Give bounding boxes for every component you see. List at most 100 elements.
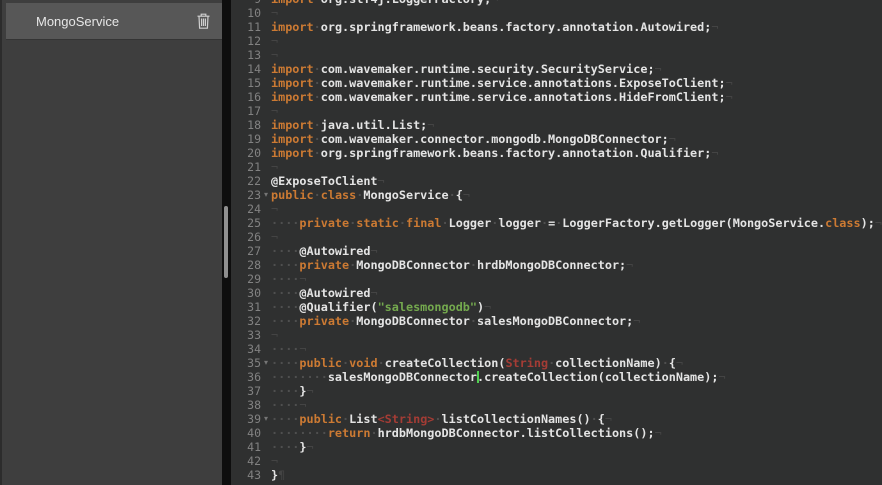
code-line[interactable]: 16import·com.wavemaker.runtime.service.a…	[231, 90, 882, 104]
line-number: 13	[231, 48, 261, 62]
code-line[interactable]: 11import·org.springframework.beans.facto…	[231, 20, 882, 34]
whitespace-dots: ····	[271, 244, 299, 258]
code-line[interactable]: 31 ····@Qualifier("salesmongodb")¬	[231, 300, 882, 314]
whitespace-dots: ····	[271, 286, 299, 300]
code-line[interactable]: 20import·org.springframework.beans.facto…	[231, 146, 882, 160]
line-number: 25	[231, 216, 261, 230]
code-line[interactable]: 13 ¬	[231, 48, 882, 62]
newline-marker: ¶	[278, 468, 285, 482]
code-line[interactable]: 38····¬	[231, 398, 882, 412]
fold-gutter	[261, 328, 271, 342]
code-line[interactable]: 24¬	[231, 202, 882, 216]
code-line[interactable]: 41····}¬	[231, 440, 882, 454]
code-line[interactable]: 43}¶	[231, 468, 882, 482]
whitespace-dots: ·	[541, 216, 548, 230]
fold-gutter	[261, 34, 271, 48]
code-text: ········return·hrdbMongoDBConnector.list…	[271, 426, 662, 440]
fold-gutter	[261, 132, 271, 146]
code-line[interactable]: 10¬	[231, 6, 882, 20]
newline-marker: ¬	[491, 0, 498, 6]
fold-arrow-icon: ▾	[261, 188, 271, 202]
code-line[interactable]: 37 ····}¬	[231, 384, 882, 398]
code-line[interactable]: 21¬	[231, 160, 882, 174]
fold-gutter	[261, 468, 271, 482]
code-text: import·com.wavemaker.runtime.service.ann…	[271, 90, 733, 104]
whitespace-dots: ·	[548, 356, 555, 370]
code-line[interactable]: 25····private·static·final·Logger·logger…	[231, 216, 882, 230]
code-text: ····}¬	[271, 384, 314, 398]
line-number: 40	[231, 426, 261, 440]
code-line[interactable]: 42¬	[231, 454, 882, 468]
sidebar-item-mongoservice[interactable]: MongoService	[6, 3, 222, 40]
delete-service-button[interactable]	[194, 11, 212, 31]
code-line[interactable]: 32····private·MongoDBConnector·salesMong…	[231, 314, 882, 328]
code-text: ········salesMongoDBConnector.createColl…	[271, 370, 726, 384]
whitespace-dots: ····	[271, 216, 299, 230]
fold-gutter	[261, 342, 271, 356]
code-text: ¬	[271, 104, 278, 118]
code-line[interactable]: 23▾public·class·MongoService·{¬	[231, 188, 882, 202]
code-line[interactable]: 36 ········salesMongoDBConnector.createCo…	[231, 370, 882, 384]
code-text: ····@Qualifier("salesmongodb")¬	[271, 300, 491, 314]
line-number: 31	[231, 300, 261, 314]
code-text: ····public·List<String>·listCollectionNa…	[271, 412, 612, 426]
fold-gutter	[261, 202, 271, 216]
code-text: ····¬	[271, 272, 307, 286]
code-line[interactable]: 35▾····public·void·createCollection(Stri…	[231, 356, 882, 370]
code-text: import·java.util.List;¬	[271, 118, 434, 132]
code-text: ¬	[271, 328, 278, 342]
newline-marker: ¬	[307, 384, 314, 398]
fold-gutter	[261, 314, 271, 328]
whitespace-dots: ·	[449, 188, 456, 202]
whitespace-dots: ····	[271, 412, 299, 426]
code-line[interactable]: 28····private·MongoDBConnector·hrdbMongo…	[231, 258, 882, 272]
code-line[interactable]: 12¬	[231, 34, 882, 48]
java-code-editor[interactable]: 9import·org.slf4j.LoggerFactory;¬10¬11im…	[231, 0, 882, 485]
code-line[interactable]: 15import·com.wavemaker.runtime.service.a…	[231, 76, 882, 90]
whitespace-dots: ·	[662, 356, 669, 370]
line-number: 37	[231, 384, 261, 398]
whitespace-dots: ·	[342, 356, 349, 370]
code-line[interactable]: 26¬	[231, 230, 882, 244]
code-text: import·com.wavemaker.runtime.security.Se…	[271, 62, 662, 76]
code-line[interactable]: 18import·java.util.List;¬	[231, 118, 882, 132]
line-number: 38	[231, 398, 261, 412]
code-line[interactable]: 30····@Autowired¬	[231, 286, 882, 300]
code-text: ····@Autowired¬	[271, 286, 378, 300]
line-number: 36	[231, 370, 261, 384]
newline-marker: ¬	[271, 454, 278, 468]
code-text: ¬	[271, 202, 278, 216]
code-text: import·org.slf4j.LoggerFactory;¬	[271, 0, 498, 6]
newline-marker: ¬	[711, 146, 718, 160]
fold-gutter	[261, 384, 271, 398]
newline-marker: ¬	[655, 426, 662, 440]
newline-marker: ¬	[271, 202, 278, 216]
newline-marker: ¬	[633, 314, 640, 328]
whitespace-dots: ·	[378, 356, 385, 370]
newline-marker: ¬	[271, 328, 278, 342]
code-text: ¬	[271, 34, 278, 48]
code-line[interactable]: 40 ········return·hrdbMongoDBConnector.li…	[231, 426, 882, 440]
whitespace-dots: ·	[314, 76, 321, 90]
code-line[interactable]: 17¬	[231, 104, 882, 118]
whitespace-dots: ····	[271, 300, 299, 314]
trash-icon	[196, 12, 211, 30]
whitespace-dots: ·	[356, 188, 363, 202]
whitespace-dots: ····	[271, 272, 299, 286]
code-text: ····private·MongoDBConnector·hrdbMongoDB…	[271, 258, 633, 272]
newline-marker: ¬	[605, 412, 612, 426]
code-text: ¬	[271, 48, 278, 62]
code-line[interactable]: 14import·com.wavemaker.runtime.security.…	[231, 62, 882, 76]
code-text: ····private·MongoDBConnector·salesMongoD…	[271, 314, 640, 328]
scrollbar-thumb[interactable]	[224, 206, 228, 278]
code-line[interactable]: 39▾····public·List<String>·listCollectio…	[231, 412, 882, 426]
code-text: ¬	[271, 230, 278, 244]
code-line[interactable]: 34····¬	[231, 342, 882, 356]
code-line[interactable]: 19import·com.wavemaker.connector.mongodb…	[231, 132, 882, 146]
code-line[interactable]: 27····@Autowired¬	[231, 244, 882, 258]
code-line[interactable]: 33¬	[231, 328, 882, 342]
code-text: ····@Autowired¬	[271, 244, 378, 258]
code-line[interactable]: 29····¬	[231, 272, 882, 286]
whitespace-dots: ····	[271, 342, 299, 356]
code-line[interactable]: 22@ExposeToClient¬	[231, 174, 882, 188]
